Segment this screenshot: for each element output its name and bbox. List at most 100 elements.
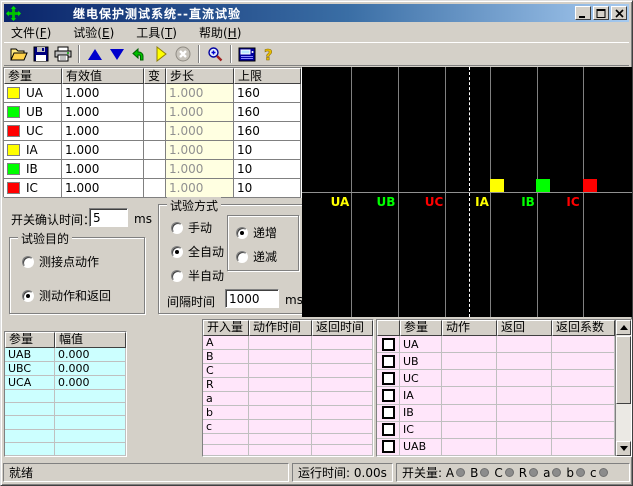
param-value-cell[interactable]: 1.000 [62,122,144,141]
param-vary-cell[interactable] [144,141,166,160]
instrument-icon[interactable] [236,44,258,64]
param-step-cell[interactable]: 1.000 [166,103,234,122]
param-step-cell[interactable]: 1.000 [166,179,234,198]
checkbox[interactable] [382,406,395,419]
reset-icon[interactable] [128,44,150,64]
switch-c2: c [590,466,597,480]
input-row: B [203,350,373,364]
title-bar: 继电保护测试系统--直流试验 [4,4,629,22]
param-name: IA [26,143,38,157]
result-table: 参量 动作 返回 返回系数 UA UB UC IA IB IC UAB [376,319,632,457]
radio-semi-auto[interactable]: 半自动 [171,267,224,284]
toolbar-separator [230,45,232,63]
radio-icon[interactable] [22,290,34,302]
switch-indicator-b [480,468,489,477]
maximize-button[interactable] [593,6,609,20]
param-step-cell[interactable]: 1.000 [166,84,234,103]
input-row: c [203,420,373,434]
param-step-cell[interactable]: 1.000 [166,160,234,179]
checkbox[interactable] [382,423,395,436]
param-step-cell[interactable]: 1.000 [166,141,234,160]
col-header-amplitude: 幅值 [55,332,126,348]
param-limit-cell[interactable]: 10 [234,179,301,198]
print-icon[interactable] [52,44,74,64]
input-row: A [203,336,373,350]
save-icon[interactable] [30,44,52,64]
checkbox[interactable] [382,389,395,402]
marker-ic [583,179,597,192]
zoom-icon[interactable] [204,44,226,64]
start-icon[interactable] [150,44,172,64]
param-value-cell[interactable]: 1.000 [62,141,144,160]
menu-file[interactable]: 文件(F) [11,24,51,41]
param-vary-cell[interactable] [144,179,166,198]
test-purpose-group: 试验目的 测接点动作 测动作和返回 [9,237,145,314]
vertical-scrollbar[interactable] [615,320,631,456]
menu-help[interactable]: 帮助(H) [199,24,241,41]
radio-icon[interactable] [236,227,248,239]
param-value-cell[interactable]: 1.000 [62,179,144,198]
radio-decrement[interactable]: 递减 [236,248,277,265]
stop-icon[interactable] [172,44,194,64]
scroll-up-button[interactable] [616,320,631,335]
radio-increment[interactable]: 递增 [236,224,277,241]
radio-icon[interactable] [171,222,183,234]
checkbox[interactable] [382,338,395,351]
confirm-time-label: 开关确认时间： [11,211,95,228]
param-step-cell[interactable]: 1.000 [166,122,234,141]
col-header-action: 动作 [442,320,497,336]
param-value-cell[interactable]: 1.000 [62,160,144,179]
open-file-icon[interactable] [8,44,30,64]
step-down-icon[interactable] [106,44,128,64]
amplitude-row: UBC0.000 [5,362,126,376]
param-value-cell[interactable]: 1.000 [62,84,144,103]
switch-b: B [470,466,478,480]
help-icon[interactable]: ? [258,44,280,64]
param-vary-cell[interactable] [144,103,166,122]
interval-unit: ms [285,293,303,307]
checkbox[interactable] [382,372,395,385]
radio-icon[interactable] [171,246,183,258]
menu-tools[interactable]: 工具(T) [136,24,177,41]
param-limit-cell[interactable]: 160 [234,122,301,141]
param-row-ub: UB 1.000 1.000 160 [4,103,301,122]
status-switch-panel: 开关量: A B C R a b c [396,463,630,482]
runtime-label: 运行时间: [298,464,350,481]
radio-icon[interactable] [22,256,34,268]
param-limit-cell[interactable]: 160 [234,103,301,122]
channel-label-ic: IC [566,195,579,209]
confirm-time-input[interactable] [89,208,128,227]
minimize-button[interactable] [575,6,591,20]
radio-contact-action[interactable]: 测接点动作 [22,253,99,270]
param-limit-cell[interactable]: 10 [234,160,301,179]
confirm-time-unit: ms [134,212,152,226]
param-limit-cell[interactable]: 160 [234,84,301,103]
amplitude-row-empty [5,390,126,403]
radio-action-return[interactable]: 测动作和返回 [22,287,111,304]
radio-icon[interactable] [236,251,248,263]
channel-label-ub: UB [377,195,396,209]
param-name: UA [26,86,43,100]
menu-test[interactable]: 试验(E) [73,24,114,41]
color-swatch [7,144,20,156]
close-button[interactable] [611,6,627,20]
interval-input[interactable] [225,289,279,308]
radio-manual[interactable]: 手动 [171,219,212,236]
marker-ib [536,179,550,192]
param-value-cell[interactable]: 1.000 [62,103,144,122]
amplitude-row-empty [5,430,126,443]
checkbox[interactable] [382,355,395,368]
scroll-down-button[interactable] [616,441,631,456]
input-row: C [203,364,373,378]
checkbox[interactable] [382,440,395,453]
radio-full-auto[interactable]: 全自动 [171,243,224,260]
step-up-icon[interactable] [84,44,106,64]
param-limit-cell[interactable]: 10 [234,141,301,160]
switch-indicator-c [505,468,514,477]
scroll-thumb[interactable] [616,336,631,404]
param-vary-cell[interactable] [144,122,166,141]
param-vary-cell[interactable] [144,84,166,103]
param-vary-cell[interactable] [144,160,166,179]
radio-icon[interactable] [171,270,183,282]
param-row-ia: IA 1.000 1.000 10 [4,141,301,160]
